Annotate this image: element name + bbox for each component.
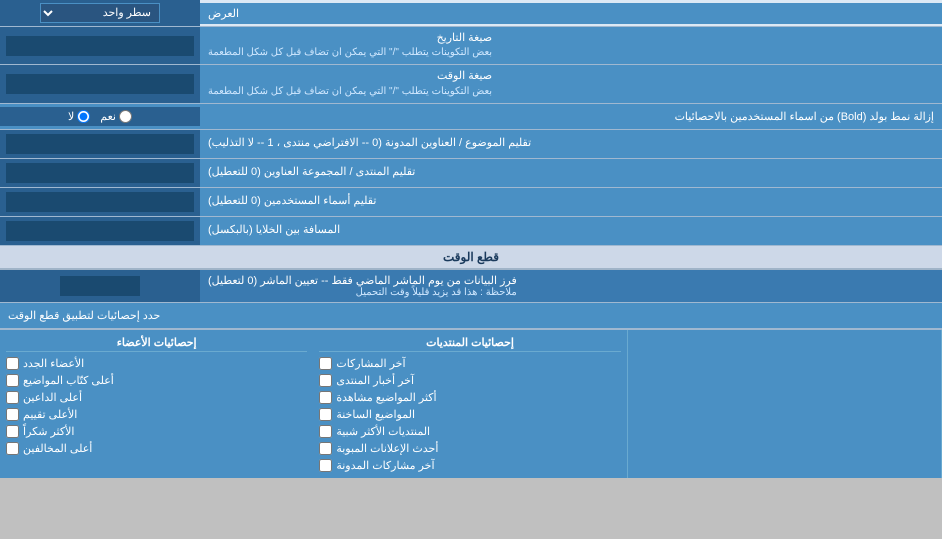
cell-gap-input-container: 2 xyxy=(0,217,200,245)
checkbox-item-top-inviters: أعلى الداعين xyxy=(6,389,307,406)
topic-titles-input[interactable]: 33 xyxy=(6,134,194,154)
forum-titles-row: تقليم المنتدى / المجموعة العناوين (0 للت… xyxy=(0,159,942,188)
bold-yes-radio[interactable] xyxy=(119,110,132,123)
bold-remove-row: إزالة نمط بولد (Bold) من اسماء المستخدمي… xyxy=(0,104,942,130)
bold-yes-label[interactable]: نعم xyxy=(100,110,132,123)
time-cut-row-label: فرز البيانات من يوم الماشر الماضي فقط --… xyxy=(208,274,517,287)
checkbox-active-forums[interactable] xyxy=(319,425,332,438)
dropdown-label-text: العرض xyxy=(208,7,239,20)
checkbox-item-most-viewed: أكثر المواضيع مشاهدة xyxy=(319,389,620,406)
time-format-input-container: H:i xyxy=(0,65,200,102)
checkbox-last-posts[interactable] xyxy=(319,357,332,370)
time-cut-row-sublabel: ملاحظة : هذا قد يزيد قليلاً وقت التحميل xyxy=(208,287,517,298)
view-dropdown[interactable]: سطر واحدسطرينثلاثة أسطر xyxy=(40,3,160,23)
top-dropdown-row: العرض سطر واحدسطرينثلاثة أسطر xyxy=(0,0,942,27)
bold-remove-label: إزالة نمط بولد (Bold) من اسماء المستخدمي… xyxy=(200,106,942,127)
checkbox-classifieds[interactable] xyxy=(319,442,332,455)
topic-titles-input-container: 33 xyxy=(0,130,200,158)
checkbox-most-viewed[interactable] xyxy=(319,391,332,404)
checkboxes-container: إحصائيات المنتديات آخر المشاركات آخر أخب… xyxy=(0,329,942,478)
checkbox-item-top-violators: أعلى المخالفين xyxy=(6,440,307,457)
time-format-input[interactable]: H:i xyxy=(6,74,194,94)
forum-titles-label: تقليم المنتدى / المجموعة العناوين (0 للت… xyxy=(200,159,942,187)
checkbox-last-posts-label: آخر المشاركات xyxy=(336,357,405,370)
date-format-label: صيغة التاريخ بعض التكوينات يتطلب "/" الت… xyxy=(200,27,942,64)
checkboxes-col3 xyxy=(628,330,942,478)
checkbox-hot-topics-label: المواضيع الساخنة xyxy=(336,408,415,421)
col2-header: إحصائيات المنتديات xyxy=(319,334,620,352)
checkbox-most-thanked-label: الأكثر شكراً xyxy=(23,425,74,438)
checkbox-item-forum-news: آخر أخبار المنتدى xyxy=(319,372,620,389)
checkbox-highest-rated-label: الأعلى تقييم xyxy=(23,408,77,421)
checkbox-top-violators-label: أعلى المخالفين xyxy=(23,442,92,455)
col1-header: إحصائيات الأعضاء xyxy=(6,334,307,352)
date-format-sublabel: بعض التكوينات يتطلب "/" التي يمكن ان تضا… xyxy=(208,46,492,60)
checkbox-most-viewed-label: أكثر المواضيع مشاهدة xyxy=(336,391,436,404)
cell-gap-input[interactable]: 2 xyxy=(6,221,194,241)
checkbox-top-posters-label: أعلى كتّاب المواضيع xyxy=(23,374,114,387)
checkbox-new-members-label: الأعضاء الجدد xyxy=(23,357,84,370)
date-format-row: صيغة التاريخ بعض التكوينات يتطلب "/" الت… xyxy=(0,27,942,65)
bold-no-radio[interactable] xyxy=(77,110,90,123)
checkbox-blog-posts-label: آخر مشاركات المدونة xyxy=(336,459,434,472)
checkbox-top-inviters-label: أعلى الداعين xyxy=(23,391,82,404)
forum-titles-input[interactable]: 33 xyxy=(6,163,194,183)
user-names-input[interactable]: 0 xyxy=(6,192,194,212)
checkbox-highest-rated[interactable] xyxy=(6,408,19,421)
time-format-sublabel: بعض التكوينات يتطلب "/" التي يمكن ان تضا… xyxy=(208,85,492,99)
bold-no-text: لا xyxy=(68,110,74,123)
checkbox-item-most-thanked: الأكثر شكراً xyxy=(6,423,307,440)
checkbox-classifieds-label: أحدث الإعلانات المبوبة xyxy=(336,442,438,455)
checkbox-hot-topics[interactable] xyxy=(319,408,332,421)
time-cut-input[interactable]: 0 xyxy=(60,276,140,296)
checkbox-item-new-members: الأعضاء الجدد xyxy=(6,355,307,372)
checkbox-active-forums-label: المنتديات الأكثر شبية xyxy=(336,425,430,438)
date-format-title: صيغة التاريخ xyxy=(208,31,492,46)
top-dropdown-label: العرض xyxy=(200,3,942,24)
time-cut-main-label: فرز البيانات من يوم الماشر الماضي فقط --… xyxy=(200,270,942,302)
checkboxes-col1: إحصائيات الأعضاء الأعضاء الجدد أعلى كتّا… xyxy=(0,330,313,478)
checkbox-item-active-forums: المنتديات الأكثر شبية xyxy=(319,423,620,440)
checkbox-item-blog-posts: آخر مشاركات المدونة xyxy=(319,457,620,474)
checkbox-item-last-posts: آخر المشاركات xyxy=(319,355,620,372)
date-format-input-container: d-m xyxy=(0,27,200,64)
time-cut-value-row: فرز البيانات من يوم الماشر الماضي فقط --… xyxy=(0,270,942,303)
user-names-input-container: 0 xyxy=(0,188,200,216)
checkbox-forum-news[interactable] xyxy=(319,374,332,387)
checkbox-top-violators[interactable] xyxy=(6,442,19,455)
bold-no-label[interactable]: لا xyxy=(68,110,90,123)
checkbox-top-posters[interactable] xyxy=(6,374,19,387)
time-format-row: صيغة الوقت بعض التكوينات يتطلب "/" التي … xyxy=(0,65,942,103)
time-cut-value-cell: 0 xyxy=(0,270,200,302)
checkbox-item-hot-topics: المواضيع الساخنة xyxy=(319,406,620,423)
bold-yes-text: نعم xyxy=(100,110,116,123)
topic-titles-row: تقليم الموضوع / العناوين المدونة (0 -- ا… xyxy=(0,130,942,159)
forum-titles-input-container: 33 xyxy=(0,159,200,187)
time-format-title: صيغة الوقت xyxy=(208,69,492,84)
checkbox-forum-news-label: آخر أخبار المنتدى xyxy=(336,374,414,387)
checkbox-new-members[interactable] xyxy=(6,357,19,370)
limit-stats-label: حدد إحصائيات لتطبيق قطع الوقت xyxy=(0,303,942,328)
topic-titles-label: تقليم الموضوع / العناوين المدونة (0 -- ا… xyxy=(200,130,942,158)
checkbox-top-inviters[interactable] xyxy=(6,391,19,404)
cell-gap-row: المسافة بين الخلايا (بالبكسل) 2 xyxy=(0,217,942,246)
time-format-label: صيغة الوقت بعض التكوينات يتطلب "/" التي … xyxy=(200,65,942,102)
user-names-label: تقليم أسماء المستخدمين (0 للتعطيل) xyxy=(200,188,942,216)
checkbox-item-classifieds: أحدث الإعلانات المبوبة xyxy=(319,440,620,457)
limit-stats-row: حدد إحصائيات لتطبيق قطع الوقت xyxy=(0,303,942,329)
checkbox-blog-posts[interactable] xyxy=(319,459,332,472)
user-names-row: تقليم أسماء المستخدمين (0 للتعطيل) 0 xyxy=(0,188,942,217)
checkbox-item-highest-rated: الأعلى تقييم xyxy=(6,406,307,423)
checkbox-item-top-posters: أعلى كتّاب المواضيع xyxy=(6,372,307,389)
checkboxes-col2: إحصائيات المنتديات آخر المشاركات آخر أخب… xyxy=(313,330,627,478)
top-dropdown-container: سطر واحدسطرينثلاثة أسطر xyxy=(0,0,200,26)
bold-remove-options: نعم لا xyxy=(0,107,200,126)
checkbox-most-thanked[interactable] xyxy=(6,425,19,438)
cell-gap-label: المسافة بين الخلايا (بالبكسل) xyxy=(200,217,942,245)
time-cut-header: قطع الوقت xyxy=(0,246,942,270)
date-format-input[interactable]: d-m xyxy=(6,36,194,56)
